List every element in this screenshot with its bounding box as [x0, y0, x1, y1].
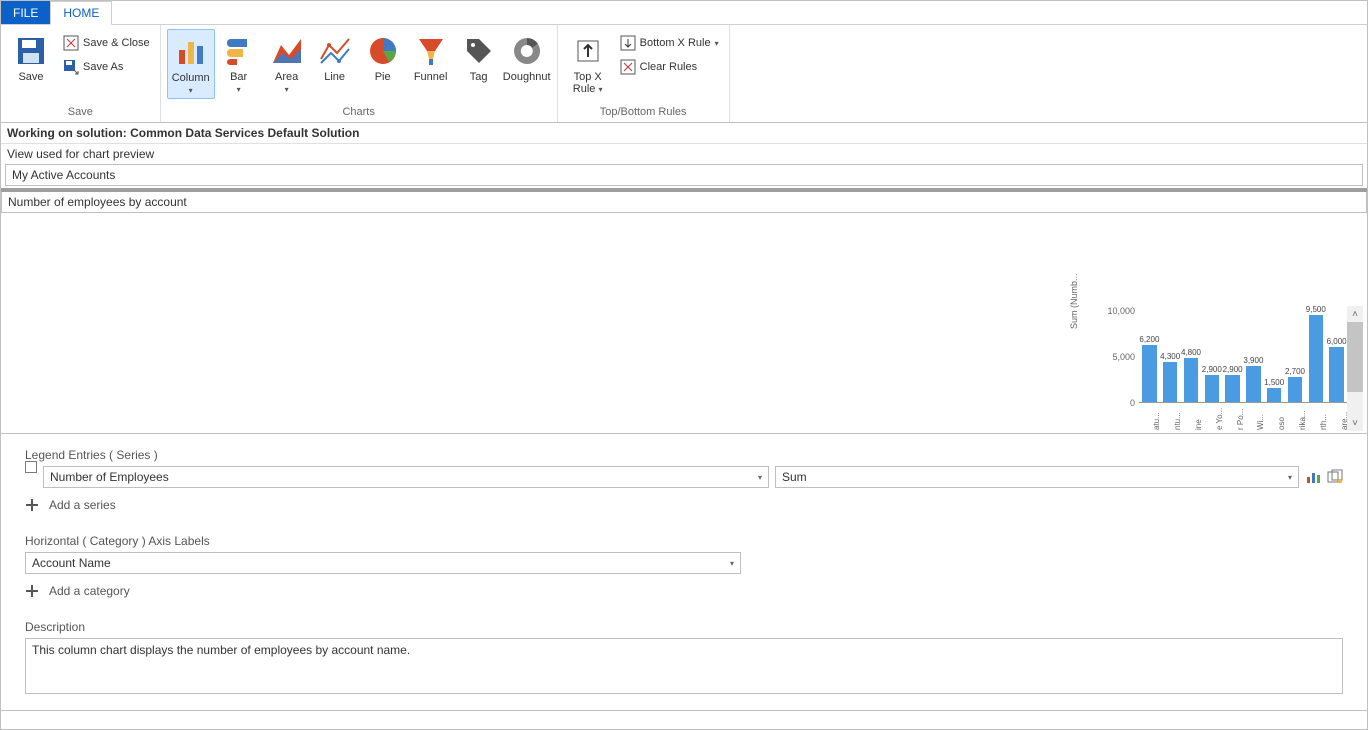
chart-type-bar[interactable]: Bar▾: [215, 29, 263, 97]
group-label-save: Save: [7, 104, 154, 122]
save-as-button[interactable]: Save As: [59, 57, 154, 77]
top-x-rule-button[interactable]: Top X Rule ▾: [564, 29, 612, 97]
y-tick: 5,000: [1095, 352, 1135, 362]
save-as-icon: [63, 59, 79, 75]
group-rules: Top X Rule ▾ Bottom X Rule ▾ Clear Rules…: [558, 25, 730, 122]
scroll-up-icon[interactable]: ˄: [1347, 306, 1363, 322]
bottom-x-rule-icon: [620, 35, 636, 51]
chart-type-doughnut[interactable]: Doughnut: [503, 29, 551, 85]
chart-bar: [1267, 388, 1282, 402]
chart-type-pie[interactable]: Pie: [359, 29, 407, 85]
group-save: Save Save & Close Save As Save: [1, 25, 161, 122]
x-tick: rth...: [1319, 402, 1328, 430]
series-field-select[interactable]: Number of Employees▾: [43, 466, 769, 488]
column-chart-icon: [175, 36, 207, 68]
chart-bar: [1246, 366, 1261, 402]
top-x-rule-icon: [572, 35, 604, 67]
aggregate-select[interactable]: Sum▾: [775, 466, 1299, 488]
chart-bar-label: 2,700: [1285, 367, 1305, 376]
x-tick: rika...: [1298, 402, 1307, 430]
y-tick: 0: [1095, 398, 1135, 408]
ribbon-tabs: FILE HOME: [1, 1, 1367, 25]
chart-bar: [1184, 358, 1199, 402]
plus-icon: [25, 584, 39, 598]
save-and-close-button[interactable]: Save & Close: [59, 33, 154, 53]
group-label-rules: Top/Bottom Rules: [564, 104, 723, 122]
ribbon: Save Save & Close Save As Save Column▾: [1, 25, 1367, 123]
chart-bar-label: 4,300: [1160, 352, 1180, 361]
area-chart-icon: [271, 35, 303, 67]
chart-bar-label: 3,900: [1243, 356, 1263, 365]
x-tick: Wi...: [1256, 402, 1265, 430]
chart-type-column[interactable]: Column▾: [167, 29, 215, 99]
chart-bar-label: 6,000: [1327, 337, 1347, 346]
x-tick: oso: [1277, 402, 1286, 430]
series-editor: Legend Entries ( Series ) Number of Empl…: [1, 433, 1367, 711]
chart-preview: Sum (Numb... 05,00010,0006,200atu...4,30…: [1085, 299, 1347, 431]
tag-icon: [463, 35, 495, 67]
tab-file[interactable]: FILE: [1, 1, 50, 24]
category-axis-label: Horizontal ( Category ) Axis Labels: [25, 534, 1343, 548]
preview-scrollbar[interactable]: ˄ ˅: [1347, 306, 1363, 431]
scroll-down-icon[interactable]: ˅: [1347, 415, 1363, 431]
series-checkbox[interactable]: [25, 461, 37, 473]
y-tick: 10,000: [1095, 306, 1135, 316]
tab-home[interactable]: HOME: [50, 1, 112, 25]
chart-type-tag[interactable]: Tag: [455, 29, 503, 85]
series-chart-type-icon[interactable]: [1305, 469, 1321, 485]
bar-chart-icon: [223, 35, 255, 67]
group-charts: Column▾ Bar▾ Area▾ Line Pie: [161, 25, 558, 122]
line-chart-icon: [319, 35, 351, 67]
plus-icon: [25, 498, 39, 512]
chart-bar: [1163, 362, 1178, 402]
chart-bar: [1205, 375, 1220, 402]
series-options-icon[interactable]: [1327, 469, 1343, 485]
chart-bar-label: 1,500: [1264, 378, 1284, 387]
group-label-charts: Charts: [167, 104, 551, 122]
chart-bar: [1309, 315, 1324, 402]
y-axis-label: Sum (Numb...: [1069, 273, 1079, 329]
legend-entries-label: Legend Entries ( Series ): [25, 448, 1343, 462]
scroll-thumb[interactable]: [1347, 322, 1363, 392]
chart-bar-label: 2,900: [1202, 365, 1222, 374]
x-tick: r Po...: [1236, 402, 1245, 430]
solution-bar: Working on solution: Common Data Service…: [1, 123, 1367, 144]
chart-bar: [1329, 347, 1344, 402]
chart-bar-label: 4,800: [1181, 348, 1201, 357]
chart-preview-area: ˄ ˅ Sum (Numb... 0 5,000 10,000 6,200 atu...…: [1, 215, 1367, 433]
x-tick: are...: [1340, 402, 1349, 430]
view-selector[interactable]: My Active Accounts: [5, 164, 1363, 186]
save-button[interactable]: Save: [7, 29, 55, 85]
add-category-button[interactable]: Add a category: [25, 584, 1343, 598]
chart-bar: [1142, 345, 1157, 402]
bottom-x-rule-button[interactable]: Bottom X Rule ▾: [616, 33, 723, 53]
chart-type-area[interactable]: Area▾: [263, 29, 311, 97]
funnel-chart-icon: [415, 35, 447, 67]
clear-rules-icon: [620, 59, 636, 75]
chart-bar: [1288, 377, 1303, 402]
description-label: Description: [25, 620, 1343, 634]
doughnut-icon: [511, 35, 543, 67]
description-textarea[interactable]: This column chart displays the number of…: [25, 638, 1343, 694]
add-series-button[interactable]: Add a series: [25, 498, 1343, 512]
clear-rules-button[interactable]: Clear Rules: [616, 57, 723, 77]
save-close-icon: [63, 35, 79, 51]
x-tick: ine: [1194, 402, 1203, 430]
category-field-select[interactable]: Account Name▾: [25, 552, 741, 574]
x-tick: e Yo...: [1215, 402, 1224, 430]
chart-type-line[interactable]: Line: [311, 29, 359, 85]
save-icon: [15, 35, 47, 67]
pie-chart-icon: [367, 35, 399, 67]
x-tick: ntu...: [1173, 402, 1182, 430]
chart-name-input[interactable]: Number of employees by account: [1, 192, 1367, 213]
chart-bar: [1225, 375, 1240, 402]
view-used-label: View used for chart preview: [1, 144, 1367, 164]
x-tick: atu...: [1152, 402, 1161, 430]
chart-bar-label: 2,900: [1223, 365, 1243, 374]
chart-bar-label: 6,200: [1139, 335, 1159, 344]
chart-type-funnel[interactable]: Funnel: [407, 29, 455, 85]
chart-bar-label: 9,500: [1306, 305, 1326, 314]
